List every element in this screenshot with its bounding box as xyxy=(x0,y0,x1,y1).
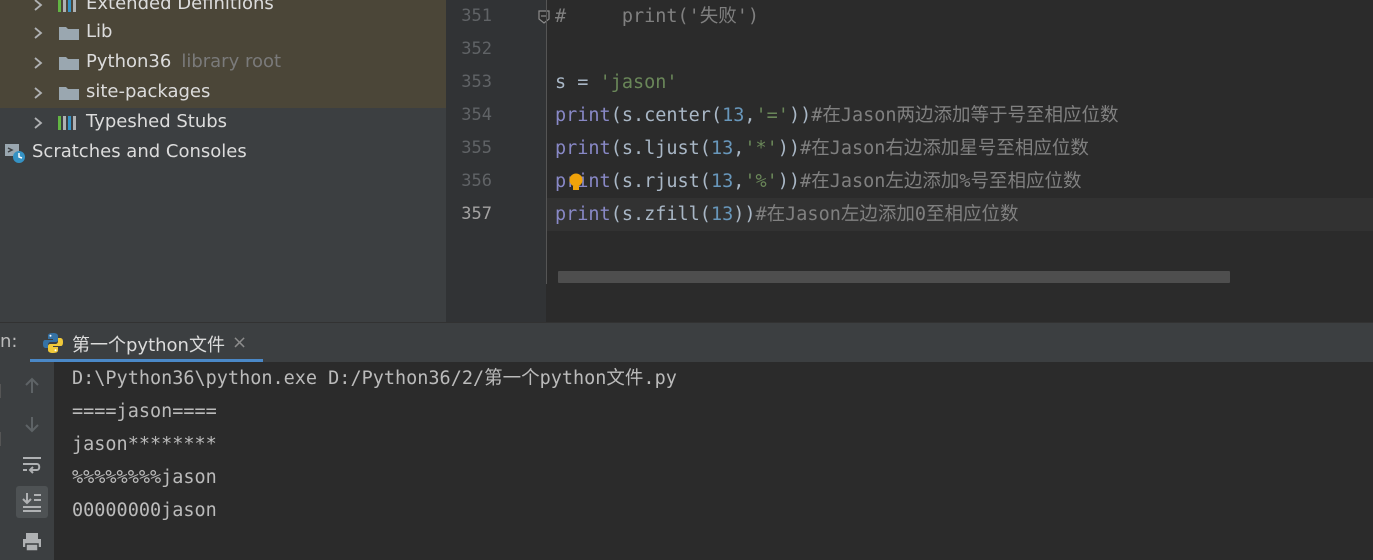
code-token: '%' xyxy=(744,171,778,192)
tree-item-label: Extended Definitions xyxy=(86,0,274,14)
code-line: # print('失败') xyxy=(555,0,759,33)
code-token: 13 xyxy=(710,204,734,225)
chevron-right-icon[interactable] xyxy=(31,0,45,12)
up-arrow-icon[interactable] xyxy=(16,370,48,402)
tree-item-label: Lib xyxy=(86,21,113,42)
code-token: )) xyxy=(733,204,756,225)
line-number: 355 xyxy=(461,138,492,158)
code-token: (s.ljust( xyxy=(610,138,711,159)
code-token: '=' xyxy=(755,105,789,126)
chevron-right-icon[interactable] xyxy=(31,56,45,70)
code-token: print xyxy=(555,204,611,225)
tree-item-label: Typeshed Stubs xyxy=(86,111,228,132)
console-line: jason******** xyxy=(72,434,217,455)
code-editor[interactable]: 351 352 353 354 355 356 357 # print('失败') s = '… xyxy=(446,0,1373,322)
lightbulb-icon[interactable] xyxy=(568,173,584,193)
console-line: ====jason==== xyxy=(72,401,217,422)
scratches-icon xyxy=(4,142,28,164)
code-token: , xyxy=(733,138,745,159)
chevron-right-icon[interactable] xyxy=(31,116,45,130)
folder-icon xyxy=(58,24,80,42)
fold-marker-icon[interactable] xyxy=(538,9,550,24)
code-token: , xyxy=(733,171,745,192)
tree-item-typeshed-stubs[interactable]: Typeshed Stubs xyxy=(0,108,446,138)
console-line: %%%%%%%%jason xyxy=(72,467,217,488)
console-line: 00000000jason xyxy=(72,500,217,521)
line-number: 356 xyxy=(461,171,492,191)
code-token: 13 xyxy=(710,171,734,192)
library-root-hint: library root xyxy=(181,51,282,72)
code-token: )) xyxy=(777,138,801,159)
scroll-to-end-icon[interactable] xyxy=(16,486,48,518)
library-icon xyxy=(58,0,80,14)
code-token: , xyxy=(744,105,756,126)
python-icon xyxy=(42,332,64,354)
line-number: 351 xyxy=(461,6,492,26)
code-line: print(s.rjust(13,'%'))#在Jason左边添加%号至相应位数 xyxy=(555,165,1082,198)
code-token: 13 xyxy=(722,105,745,126)
code-token: (s.zfill( xyxy=(610,204,711,225)
toolbar-divider xyxy=(0,432,4,446)
code-token: (s.center( xyxy=(610,105,723,126)
code-token: print xyxy=(555,138,611,159)
code-line: s = 'jason' xyxy=(555,66,678,99)
code-line: print(s.zfill(13))#在Jason左边添加0至相应位数 xyxy=(555,198,1018,231)
scratches-label: Scratches and Consoles xyxy=(32,141,247,162)
code-token: #在Jason右边添加星号至相应位数 xyxy=(800,138,1089,159)
code-token: 13 xyxy=(710,138,734,159)
folder-icon xyxy=(58,84,80,102)
down-arrow-icon[interactable] xyxy=(16,408,48,440)
code-line: print(s.ljust(13,'*'))#在Jason右边添加星号至相应位数 xyxy=(555,132,1089,165)
tree-item-site-packages[interactable]: site-packages xyxy=(0,78,446,108)
tree-item-scratches[interactable]: Scratches and Consoles xyxy=(0,138,446,168)
library-icon xyxy=(58,114,80,132)
code-token: #在Jason左边添加%号至相应位数 xyxy=(800,171,1082,192)
run-label: n: xyxy=(0,331,18,352)
fold-guide xyxy=(546,0,547,284)
code-token: 'jason' xyxy=(599,72,678,93)
folder-icon xyxy=(58,54,80,72)
project-tool-window: Extended Definitions Lib Python36 library… xyxy=(0,0,446,322)
tree-item-label: site-packages xyxy=(86,81,211,102)
print-icon[interactable] xyxy=(16,526,48,558)
line-number: 357 xyxy=(461,204,492,224)
line-number: 353 xyxy=(461,72,492,92)
console-output[interactable]: D:\Python36\python.exe D:/Python36/2/第一个… xyxy=(54,362,1373,560)
tree-item-label: Python36 xyxy=(86,51,172,72)
chevron-right-icon[interactable] xyxy=(31,86,45,100)
toolbar-divider xyxy=(0,384,4,398)
soft-wrap-icon[interactable] xyxy=(16,448,48,480)
code-token: (s.rjust( xyxy=(610,171,711,192)
tree-item-python36[interactable]: Python36 library root xyxy=(0,48,446,78)
run-tab[interactable]: 第一个python文件 × xyxy=(30,323,263,363)
line-number: 354 xyxy=(461,105,492,125)
run-tab-title: 第一个python文件 xyxy=(72,335,225,356)
code-token: )) xyxy=(777,171,801,192)
code-token: s = xyxy=(555,72,600,93)
tree-item-extended-definitions[interactable]: Extended Definitions xyxy=(0,0,446,20)
console-line: D:\Python36\python.exe D:/Python36/2/第一个… xyxy=(72,368,677,389)
code-token: )) xyxy=(788,105,812,126)
horizontal-scrollbar[interactable] xyxy=(558,271,1230,283)
code-token: print xyxy=(555,105,611,126)
code-token: # print('失败') xyxy=(555,6,760,27)
tree-item-lib[interactable]: Lib xyxy=(0,18,446,48)
run-toolbar xyxy=(0,362,54,560)
chevron-right-icon[interactable] xyxy=(31,26,45,40)
code-line: print(s.center(13,'='))#在Jason两边添加等于号至相应… xyxy=(555,99,1119,132)
editor-gutter: 351 352 353 354 355 356 357 xyxy=(446,0,546,322)
close-icon[interactable]: × xyxy=(232,332,247,353)
code-token: #在Jason两边添加等于号至相应位数 xyxy=(811,105,1119,126)
code-token: #在Jason左边添加0至相应位数 xyxy=(755,204,1019,225)
code-token: '*' xyxy=(744,138,778,159)
run-tool-window-header: n: 第一个python文件 × xyxy=(0,322,1373,363)
line-number: 352 xyxy=(461,39,492,59)
